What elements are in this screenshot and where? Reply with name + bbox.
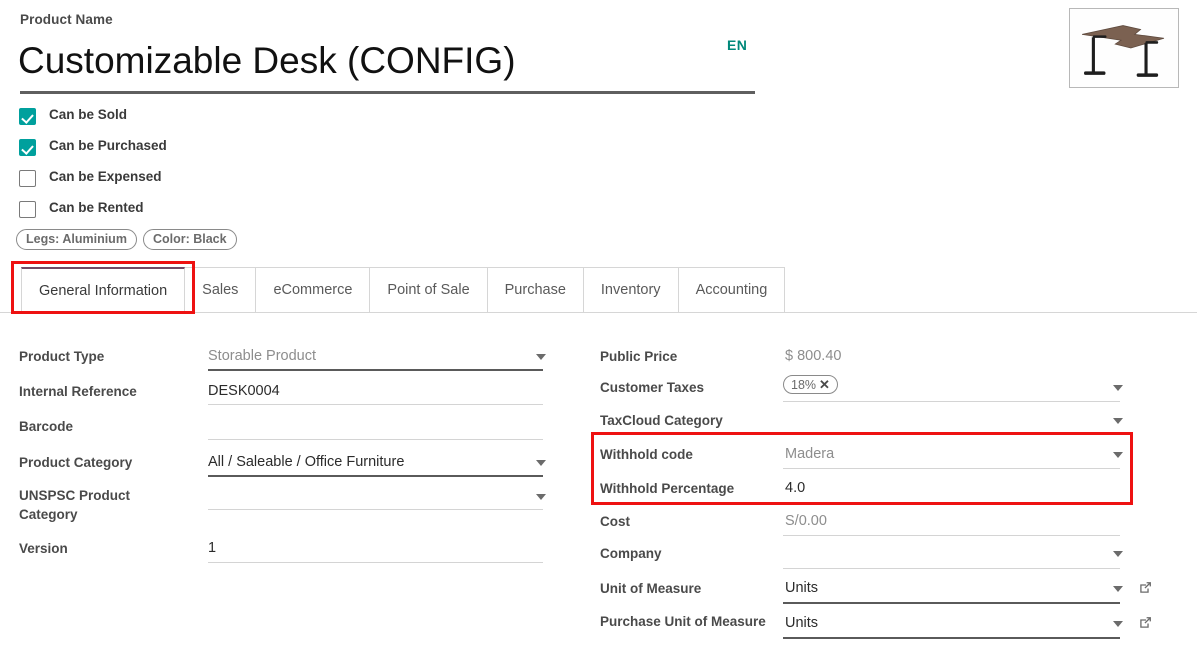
- attribute-tag-legs[interactable]: Legs: Aluminium: [16, 229, 137, 250]
- field-underline: [783, 637, 1120, 639]
- tab-purchase[interactable]: Purchase: [487, 267, 584, 312]
- product-attributes: Legs: Aluminium Color: Black: [16, 229, 237, 250]
- checkbox-unchecked-icon[interactable]: [19, 170, 36, 187]
- product-image[interactable]: [1069, 8, 1179, 88]
- field-underline: [208, 475, 543, 477]
- chevron-down-icon[interactable]: [1113, 452, 1123, 458]
- chevron-down-icon[interactable]: [1113, 551, 1123, 557]
- tab-bar: General Information Sales eCommerce Poin…: [0, 267, 1197, 313]
- checkbox-label: Can be Rented: [49, 200, 144, 215]
- chevron-down-icon[interactable]: [536, 354, 546, 360]
- field-underline: [208, 404, 543, 405]
- checkbox-label: Can be Expensed: [49, 169, 162, 184]
- field-label: TaxCloud Category: [600, 411, 723, 430]
- field-label: Unit of Measure: [600, 579, 701, 598]
- field-label: Public Price: [600, 347, 677, 366]
- field-value[interactable]: 1: [208, 538, 216, 558]
- chevron-down-icon[interactable]: [1113, 418, 1123, 424]
- tab-ecommerce[interactable]: eCommerce: [255, 267, 370, 312]
- field-label: Withhold code: [600, 445, 693, 464]
- checkbox-unchecked-icon[interactable]: [19, 201, 36, 218]
- field-label: Customer Taxes: [600, 378, 704, 397]
- product-name-label: Product Name: [20, 12, 113, 27]
- field-label: Product Category: [19, 453, 132, 472]
- language-badge[interactable]: EN: [727, 37, 747, 53]
- checkbox-checked-icon[interactable]: [19, 108, 36, 125]
- page-title[interactable]: Customizable Desk (CONFIG): [18, 38, 516, 84]
- field-underline: [783, 535, 1120, 536]
- field-label: Cost: [600, 512, 630, 531]
- field-value[interactable]: 4.0: [785, 478, 805, 498]
- field-label: Purchase Unit of Measure: [600, 612, 770, 631]
- field-label: UNSPSC Product Category: [19, 486, 189, 524]
- field-label: Internal Reference: [19, 382, 137, 401]
- chevron-down-icon[interactable]: [1113, 385, 1123, 391]
- chevron-down-icon[interactable]: [536, 460, 546, 466]
- tab-accounting[interactable]: Accounting: [678, 267, 786, 312]
- external-link-icon[interactable]: [1138, 580, 1153, 595]
- field-value[interactable]: DESK0004: [208, 381, 280, 401]
- chevron-down-icon[interactable]: [1113, 586, 1123, 592]
- chevron-down-icon[interactable]: [536, 494, 546, 500]
- close-icon[interactable]: ✕: [819, 377, 830, 392]
- field-label: Product Type: [19, 347, 104, 366]
- chevron-down-icon[interactable]: [1113, 621, 1123, 627]
- tab-sales[interactable]: Sales: [184, 267, 256, 312]
- field-underline: [783, 602, 1120, 604]
- checkbox-label: Can be Purchased: [49, 138, 167, 153]
- field-underline: [783, 401, 1120, 402]
- field-label: Withhold Percentage: [600, 479, 734, 498]
- tax-tag[interactable]: 18%✕: [783, 375, 838, 394]
- field-label: Company: [600, 544, 662, 563]
- field-underline: [783, 434, 1120, 435]
- checkbox-checked-icon[interactable]: [19, 139, 36, 156]
- field-label: Version: [19, 539, 68, 558]
- tab-general-information[interactable]: General Information: [21, 267, 185, 313]
- field-value[interactable]: Storable Product: [208, 346, 316, 366]
- field-underline: [208, 509, 543, 510]
- external-link-icon[interactable]: [1138, 615, 1153, 630]
- product-form-page: Product Name Customizable Desk (CONFIG) …: [0, 0, 1197, 666]
- field-value[interactable]: All / Saleable / Office Furniture: [208, 452, 404, 472]
- field-label: Barcode: [19, 417, 73, 436]
- checkbox-label: Can be Sold: [49, 107, 127, 122]
- field-value[interactable]: $ 800.40: [785, 346, 841, 366]
- field-value[interactable]: Units: [785, 613, 818, 633]
- field-underline: [783, 502, 1120, 503]
- title-underline: [20, 91, 755, 94]
- field-value[interactable]: Madera: [785, 444, 834, 464]
- field-value[interactable]: Units: [785, 578, 818, 598]
- field-underline: [208, 562, 543, 563]
- field-underline: [783, 468, 1120, 469]
- tax-tag-label: 18%: [791, 378, 816, 392]
- field-underline: [208, 369, 543, 371]
- tab-point-of-sale[interactable]: Point of Sale: [369, 267, 487, 312]
- tab-inventory[interactable]: Inventory: [583, 267, 679, 312]
- attribute-tag-color[interactable]: Color: Black: [143, 229, 237, 250]
- field-value[interactable]: S/0.00: [785, 511, 827, 531]
- field-underline: [208, 439, 543, 440]
- field-underline: [783, 568, 1120, 569]
